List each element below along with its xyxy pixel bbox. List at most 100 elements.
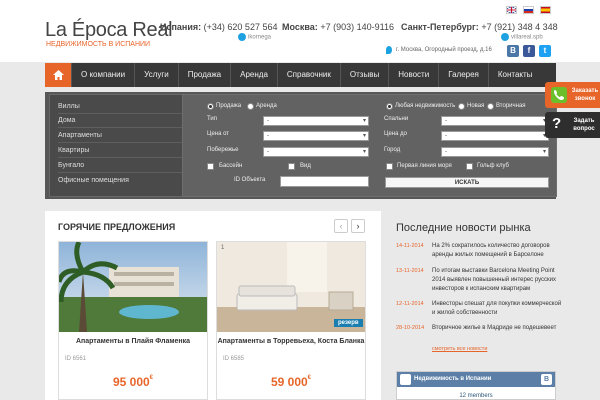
radio-new[interactable] xyxy=(458,103,465,110)
nav-item-contacts[interactable]: Контакты xyxy=(489,63,542,87)
news-date: 14-11-2014 xyxy=(396,243,424,249)
skype-link-ikornega[interactable]: ikornega xyxy=(238,33,271,41)
flag-en-icon[interactable] xyxy=(506,6,517,14)
news-item[interactable]: По итогам выставки Barcelona Meeting Poi… xyxy=(432,267,562,294)
city-label: Город xyxy=(384,147,401,153)
bedrooms-select[interactable]: -▾ xyxy=(441,116,549,126)
search-button[interactable]: ИСКАТЬ xyxy=(385,177,549,188)
city-select[interactable]: - ▾ xyxy=(441,147,549,157)
coast-select-value: - xyxy=(267,149,269,155)
phone-moscow: Москва: +7 (903) 140-9116 xyxy=(282,22,394,32)
callback-label: Заказать звонок xyxy=(571,88,599,102)
site-logo[interactable]: La Época Real xyxy=(45,19,173,42)
reserved-badge: резерв xyxy=(334,319,363,327)
photo-number: 1 xyxy=(221,245,225,251)
city-value: - xyxy=(445,149,447,155)
skype-name: ikornega xyxy=(248,34,272,41)
chevron-down-icon: ▾ xyxy=(362,133,366,139)
question-mark-icon: ? xyxy=(552,115,562,132)
news-date: 12-11-2014 xyxy=(396,301,424,307)
chevron-down-icon: ▾ xyxy=(542,149,546,155)
news-item[interactable]: На 2% сократилось количество договоров а… xyxy=(432,242,562,260)
nav-item-gallery[interactable]: Галерея xyxy=(439,63,489,87)
category-flats[interactable]: Квартиры xyxy=(58,147,196,158)
nav-item-services[interactable]: Услуги xyxy=(135,63,179,87)
category-bungalows[interactable]: Бунгало xyxy=(58,162,196,173)
object-id-input[interactable] xyxy=(280,176,369,187)
vk-group-widget[interactable]: Недвижимость в Испании B 12 members xyxy=(396,371,556,400)
category-houses[interactable]: Дома xyxy=(58,117,196,128)
phone-city: Москва: xyxy=(282,22,318,32)
offer-title: Апартаменты в Торревьеха, Коста Бланка xyxy=(217,338,365,345)
news-title: Последние новости рынка xyxy=(396,222,531,234)
home-icon xyxy=(52,70,64,80)
skype-name: villareal.spb xyxy=(511,34,543,41)
nav-item-news[interactable]: Новости xyxy=(389,63,440,87)
nav-item-sale[interactable]: Продажа xyxy=(179,63,232,87)
category-villas[interactable]: Виллы xyxy=(58,103,196,114)
price-from-select[interactable]: - ▾ xyxy=(263,131,369,141)
golf-label: Гольф клуб xyxy=(477,163,509,169)
radio-new-label: Новая xyxy=(467,103,485,109)
skype-icon xyxy=(238,33,246,41)
price-to-select[interactable]: -▾ xyxy=(441,131,549,141)
all-news-link[interactable]: смотреть все новости xyxy=(432,346,487,352)
flag-ru-icon[interactable] xyxy=(523,6,534,14)
currency-symbol: € xyxy=(149,375,154,381)
offer-card[interactable]: 1 резерв Апартаменты в Торревьеха, Коста… xyxy=(216,241,366,400)
bedrooms-value: - xyxy=(445,118,447,124)
first-line-checkbox[interactable] xyxy=(386,163,393,170)
office-address: г. Москва, Огородный проезд, д.16 xyxy=(396,47,492,53)
skype-link-villareal[interactable]: villareal.spb xyxy=(501,33,543,41)
nav-home[interactable] xyxy=(45,63,72,87)
skype-icon xyxy=(501,33,509,41)
offer-card[interactable]: Апартаменты в Плайя Фламенка ID 6561 95 … xyxy=(58,241,208,400)
flag-es-icon[interactable] xyxy=(540,6,551,14)
nav-item-guide[interactable]: Справочник xyxy=(278,63,341,87)
vk-widget-title: Недвижимость в Испании xyxy=(397,372,555,387)
radio-sale[interactable] xyxy=(207,103,214,110)
price-to-value: - xyxy=(445,133,447,139)
radio-rent[interactable] xyxy=(247,103,254,110)
news-item[interactable]: Вторичное жилье в Мадриде не подешевеет xyxy=(432,324,562,333)
radio-rent-label: Аренда xyxy=(256,103,277,109)
currency-symbol: € xyxy=(307,375,312,381)
chevron-down-icon: ▾ xyxy=(362,118,366,124)
hot-offers-title: ГОРЯЧИЕ ПРЕДЛОЖЕНИЯ xyxy=(58,222,176,232)
golf-checkbox[interactable] xyxy=(466,163,473,170)
phone-number: (+34) 620 527 564 xyxy=(203,22,278,32)
price-from-value: - xyxy=(267,133,269,139)
category-list: Виллы Дома Апартаменты Квартиры Бунгало … xyxy=(49,94,197,197)
category-apartments[interactable]: Апартаменты xyxy=(58,132,196,143)
nav-item-rent[interactable]: Аренда xyxy=(231,63,278,87)
callback-widget[interactable]: Заказать звонок xyxy=(545,82,600,108)
facebook-icon[interactable]: f xyxy=(523,45,535,57)
chevron-down-icon: ▾ xyxy=(362,149,366,155)
radio-resale[interactable] xyxy=(487,103,494,110)
type-select[interactable]: - ▾ xyxy=(263,116,369,126)
price-value: 95 000 xyxy=(112,375,150,389)
radio-any-property[interactable] xyxy=(386,103,393,110)
header: La Época Real НЕДВИЖИМОСТЬ В ИСПАНИИ Исп… xyxy=(0,0,600,62)
price-from-label: Цена от xyxy=(207,131,230,137)
phone-spain: Испания: (+34) 620 527 564 xyxy=(160,22,277,32)
coast-select[interactable]: - ▾ xyxy=(263,147,369,157)
nav-item-reviews[interactable]: Отзывы xyxy=(341,63,390,87)
bedrooms-label: Спальни xyxy=(384,116,409,122)
view-checkbox[interactable] xyxy=(288,163,295,170)
next-arrow-button[interactable]: › xyxy=(351,219,365,233)
nav-item-about[interactable]: О компании xyxy=(72,63,136,87)
radio-any-label: Любая недвижимость xyxy=(395,103,456,109)
phone-icon xyxy=(551,87,567,103)
prev-arrow-button[interactable]: ‹ xyxy=(334,219,348,233)
twitter-icon[interactable]: t xyxy=(539,45,551,57)
pool-checkbox[interactable] xyxy=(207,163,214,170)
question-widget[interactable]: ? Задать вопрос xyxy=(545,112,600,138)
phone-city: Испания: xyxy=(160,22,202,32)
vk-group-avatar xyxy=(400,374,411,385)
phone-spb: Санкт-Петербург: +7 (921) 348 4 348 xyxy=(401,22,558,32)
vk-icon[interactable]: B xyxy=(507,45,519,57)
coast-label: Побережье xyxy=(207,147,239,153)
category-offices[interactable]: Офисные помещения xyxy=(58,177,196,187)
news-item[interactable]: Инвесторы спешат для покупки коммерческо… xyxy=(432,300,562,318)
